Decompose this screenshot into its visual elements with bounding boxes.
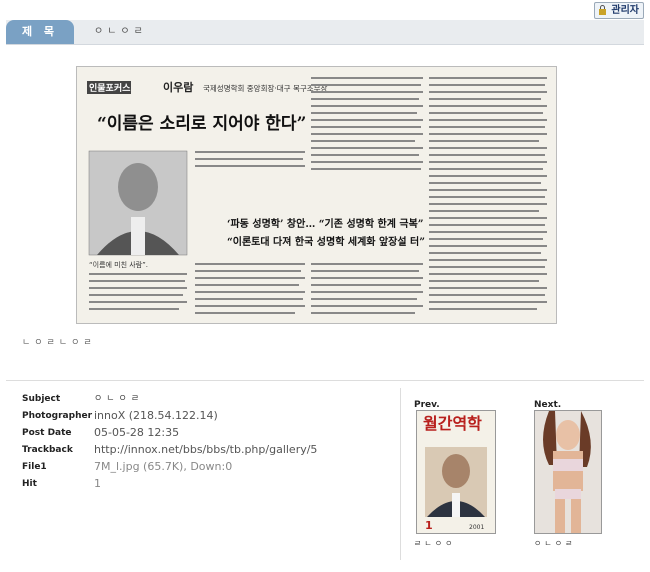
magazine-issue: 1	[425, 519, 433, 532]
divider	[6, 380, 644, 381]
headline: “이름은 소리로 지어야 한다”	[97, 114, 306, 134]
post-title: ㅇㄴㅇㄹ	[94, 26, 147, 37]
next-thumbnail[interactable]	[534, 410, 602, 534]
image-caption: ㄴㅇㄹㄴㅇㄹ	[22, 338, 96, 348]
trackback-label: Trackback	[22, 445, 73, 455]
next-photo	[535, 411, 601, 533]
prev-thumbnail[interactable]: 월간역학 1 2001	[416, 410, 496, 534]
subject-label: Subject	[22, 394, 61, 404]
trackback-link[interactable]: http://innox.net/bbs/bbs/tb.php/gallery/…	[94, 441, 317, 459]
prev-label: Prev.	[414, 400, 440, 410]
admin-label: 관리자	[611, 5, 639, 16]
section-tag: 인물포커스	[89, 82, 131, 94]
subheadline-1: ‘파동 성명학’ 창안… “기존 성명학 한계 극복”	[227, 217, 424, 230]
person-name: 이우람	[163, 80, 193, 94]
photographer-value[interactable]: innoX (218.54.122.14)	[94, 407, 218, 425]
photo-caption: “이름에 미친 사람”.	[89, 260, 148, 269]
newspaper-clipping-image[interactable]: 인물포커스 이우람 국제성명학회 중앙회장·대구 복구조무장 “이름은 소리로 …	[76, 66, 557, 324]
file-link[interactable]: 7M_l.jpg (65.7K), Down:0	[94, 458, 232, 476]
vertical-divider	[400, 388, 401, 560]
newspaper-clipping-svg: 인물포커스 이우람 국제성명학회 중앙회장·대구 복구조무장 “이름은 소리로 …	[77, 67, 556, 323]
photographer-label: Photographer	[22, 411, 93, 421]
title-tab: 제 목	[6, 20, 74, 44]
post-date-value: 05-05-28 12:35	[94, 426, 180, 439]
magazine-year: 2001	[469, 524, 484, 531]
magazine-title: 월간역학	[423, 414, 482, 433]
lock-icon	[599, 5, 607, 15]
hit-value: 1	[94, 477, 101, 490]
next-post[interactable]: Next. ㅇㄴㅇㄹ	[534, 400, 602, 548]
admin-button[interactable]: 관리자	[594, 2, 644, 19]
magazine-cover: 월간역학 1 2001	[417, 411, 495, 533]
next-label: Next.	[534, 400, 562, 410]
subject-value: ㅇㄴㅇㄹ	[94, 394, 144, 404]
prev-caption: ㄹㄴㅇㅇ	[414, 539, 456, 548]
title-bar: 제 목 ㅇㄴㅇㄹ	[6, 20, 644, 45]
subheadline-2: “이론토대 다져 한국 성명학 세계화 앞장설 터”	[227, 235, 425, 248]
hit-label: Hit	[22, 479, 37, 489]
post-date-label: Post Date	[22, 428, 72, 438]
prev-post[interactable]: Prev. 월간역학 1 2001 ㄹㄴㅇㅇ	[414, 400, 496, 548]
file-label: File1	[22, 462, 47, 472]
affiliation: 국제성명학회 중앙회장·대구 복구조무장	[203, 83, 328, 93]
next-caption: ㅇㄴㅇㄹ	[534, 539, 576, 548]
